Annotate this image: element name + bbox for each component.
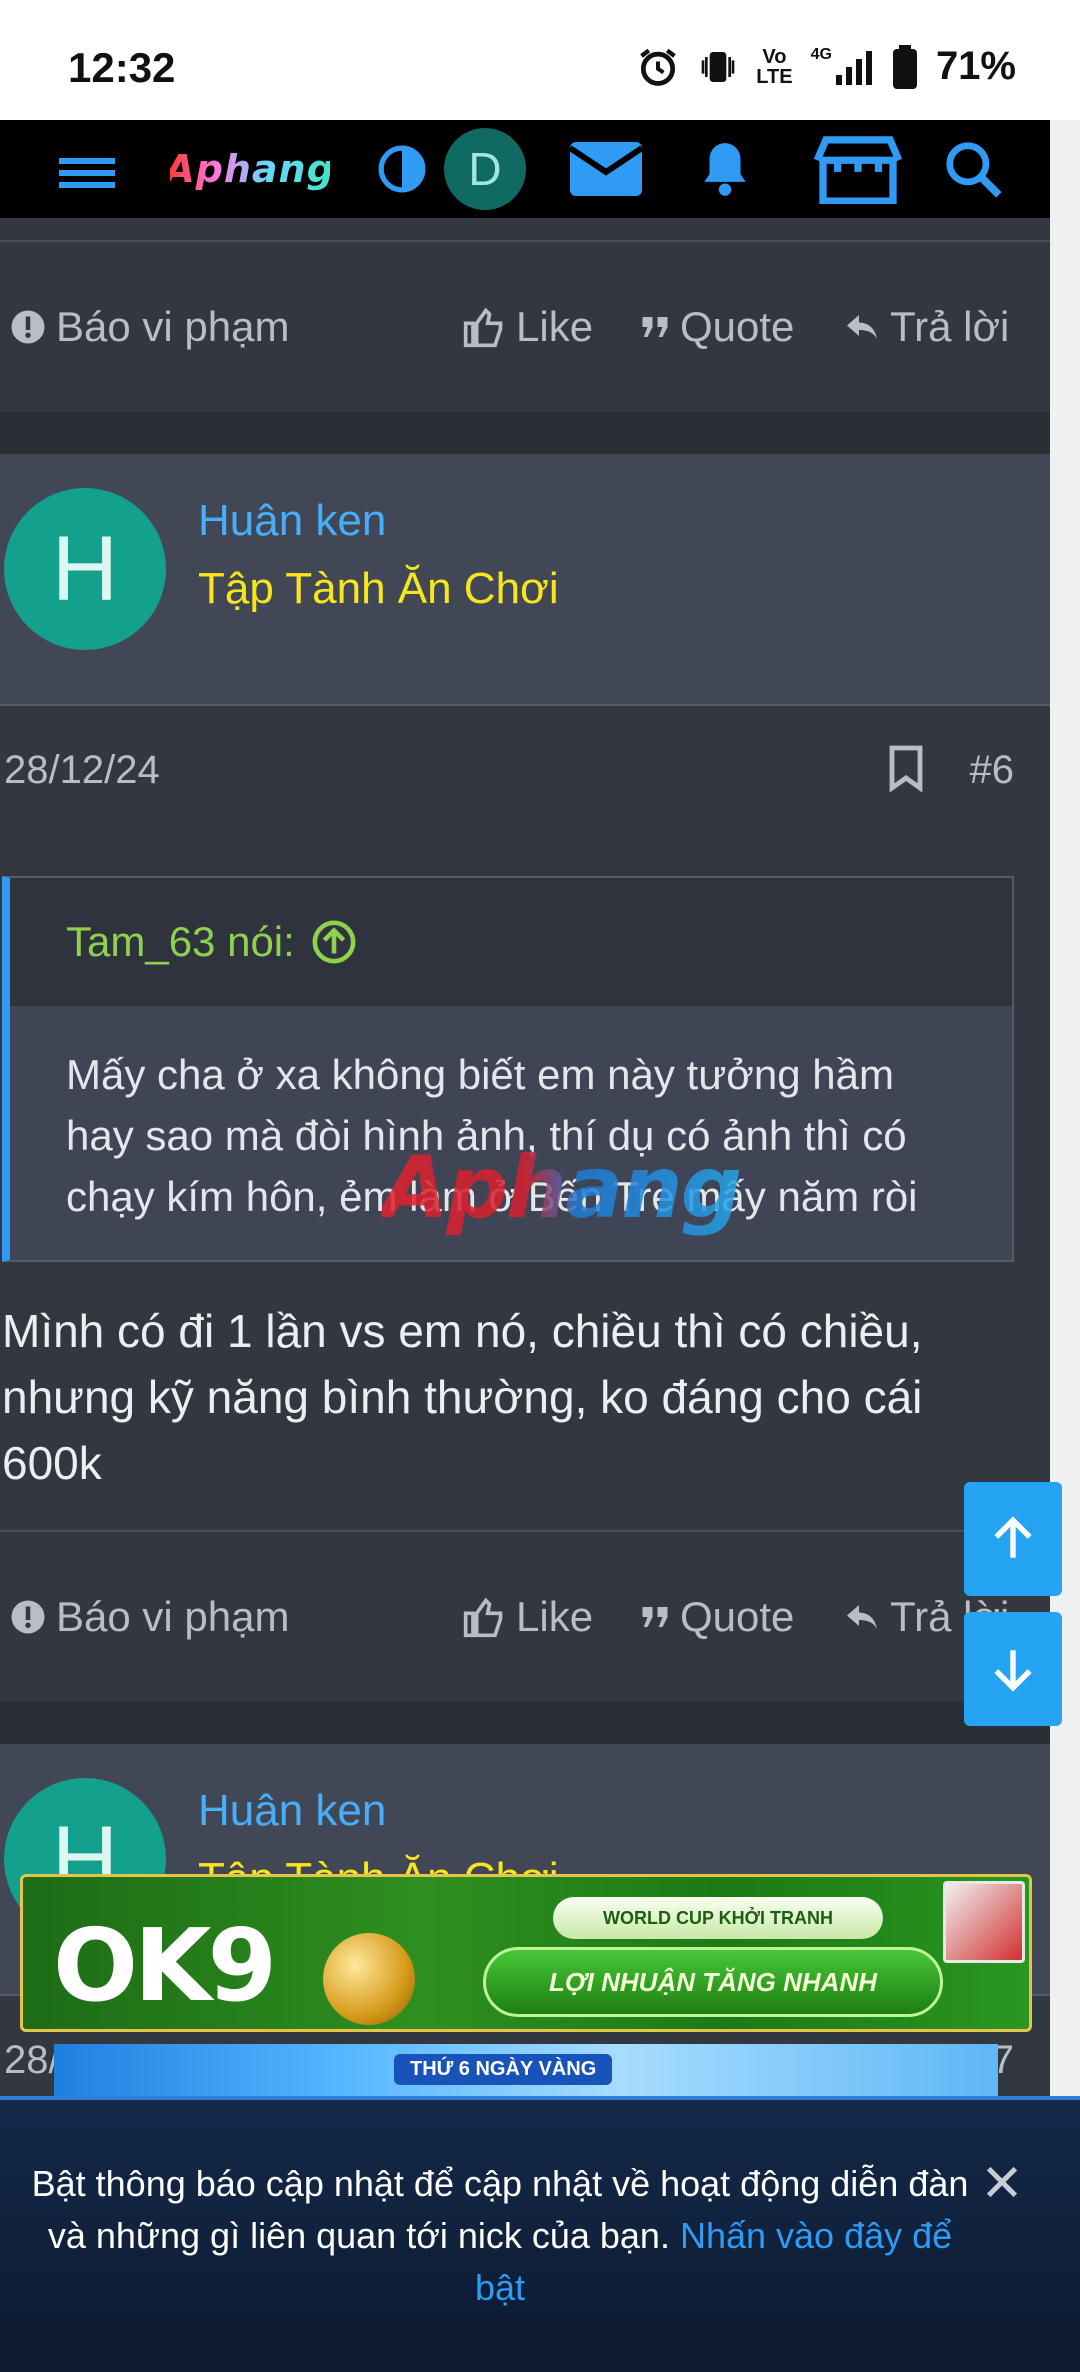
avatar: D [444,128,526,210]
signal-icon: 4G [811,46,874,88]
alarm-icon [636,45,680,89]
report-button[interactable]: Báo vi phạm [10,1593,289,1641]
notification-banner: Bật thông báo cập nhật để cập nhật về ho… [0,2096,1080,2372]
ad-close-icon[interactable] [943,1881,1025,1963]
quote-header[interactable]: Tam_63 nói: [10,878,1012,1006]
like-button[interactable]: Like [462,1593,593,1641]
theme-toggle-icon[interactable] [372,120,432,218]
reply-label: Trả lời [890,303,1010,350]
like-button[interactable]: Like [462,303,593,351]
post-actions: Báo vi phạm Like Quote Trả lời [0,242,1050,412]
post-author-card: H Huân ken Tập Tành Ăn Chơi [0,454,1050,706]
battery-level: 71% [935,44,1016,88]
warning-icon [11,310,45,344]
promo-ad-strip[interactable]: THỨ 6 NGÀY VÀNG [54,2044,998,2100]
post-number[interactable]: #6 [970,748,1015,793]
post-body-line: 600k [2,1437,102,1489]
quote-line: Mấy cha ở xa không biết em này tưởng hầm [66,1051,894,1098]
post-body-line: nhưng kỹ năng bình thường, ko đáng cho c… [2,1371,923,1423]
arrow-up-icon [994,1516,1032,1558]
status-bar: 12:32 Vo LTE 4G 71% [0,0,1080,120]
reply-icon [847,315,877,339]
report-button[interactable]: Báo vi phạm [10,303,289,351]
post-meta: 28/12/24 #6 [0,708,1050,836]
search-icon[interactable] [938,120,1008,218]
thumbs-up-icon [463,1597,503,1638]
ad-logo: OK9 [53,1907,277,2024]
store-icon[interactable] [810,120,906,218]
ad-tagline: WORLD CUP KHỞI TRANH [553,1897,883,1939]
report-label: Báo vi phạm [56,303,290,350]
post-date[interactable]: 28/12/24 [4,748,160,793]
reply-button[interactable]: Trả lời [844,303,1009,351]
status-icons: Vo LTE 4G 71% [636,44,1016,89]
quote-label: Quote [680,1593,795,1640]
warning-icon [11,1600,45,1634]
thumbs-up-icon [463,307,503,348]
quote-button[interactable]: Quote [640,303,794,351]
arrow-down-icon [994,1650,1032,1692]
battery-icon [892,44,918,89]
bookmark-icon[interactable] [888,744,924,797]
site-logo[interactable]: Aphang [165,120,334,218]
post-body-line: Mình có đi 1 lần vs em nó, chiều thì có … [2,1305,923,1357]
trophy-ball-icon [323,1933,415,2025]
quote-icon [642,317,668,337]
quote-button[interactable]: Quote [640,1593,794,1641]
ad-cta: LỢI NHUẬN TĂNG NHANH [483,1947,943,2017]
close-icon[interactable] [982,2162,1022,2207]
post-separator [0,412,1050,454]
author-name[interactable]: Huân ken [198,496,386,546]
messages-icon[interactable] [564,120,648,218]
thread-content: Báo vi phạm Like Quote Trả lời H Huân ke… [0,218,1050,2100]
vibrate-icon [698,45,738,89]
page-scrollbar[interactable] [1050,120,1080,2100]
scroll-to-top-button[interactable] [964,1482,1062,1596]
menu-icon[interactable] [52,120,122,218]
ad-strip-label: THỨ 6 NGÀY VÀNG [394,2054,613,2085]
status-time: 12:32 [68,44,176,91]
quote-icon [642,1607,668,1627]
like-label: Like [516,1593,594,1640]
watermark-logo: Aphang [382,1138,742,1238]
user-avatar-button[interactable]: D [444,120,526,218]
quote-label: Quote [680,303,795,350]
avatar[interactable]: H [4,488,166,650]
reply-icon [847,1605,877,1629]
post-date[interactable]: 28/ [4,2038,60,2083]
post-actions: Báo vi phạm Like Quote Trả lời [0,1532,1050,1702]
author-name[interactable]: Huân ken [198,1786,386,1836]
arrow-up-circle-icon[interactable] [311,919,357,965]
like-label: Like [516,303,594,350]
notifications-bell-icon[interactable] [690,120,760,218]
post-body: Mình có đi 1 lần vs em nó, chiều thì có … [2,1298,992,1496]
notification-text: Bật thông báo cập nhật để cập nhật về ho… [20,2158,980,2314]
author-title: Tập Tành Ăn Chơi [198,564,559,613]
report-label: Báo vi phạm [56,1593,290,1640]
quote-author: Tam_63 nói: [66,918,295,965]
scroll-to-bottom-button[interactable] [964,1612,1062,1726]
volte-icon: Vo LTE [756,45,793,88]
post-separator [0,1702,1050,1744]
app-header: Aphang D [0,120,1050,218]
ok9-ad-banner[interactable]: OK9 WORLD CUP KHỞI TRANH LỢI NHUẬN TĂNG … [20,1874,1032,2032]
